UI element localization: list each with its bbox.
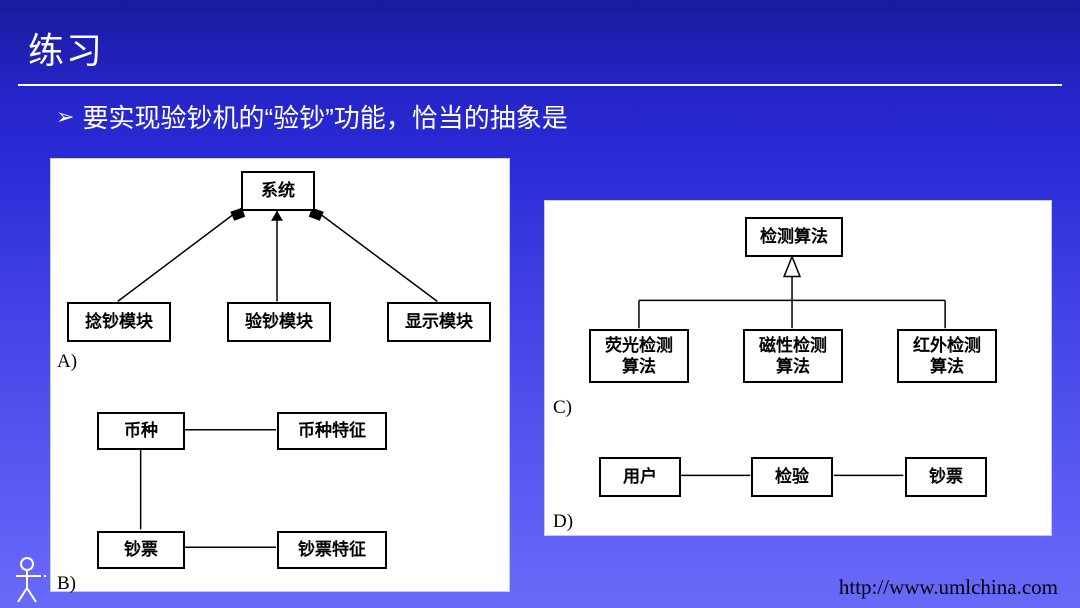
box-detect-algo: 检测算法 [745, 217, 843, 257]
box-currency: 币种 [97, 412, 185, 450]
box-infrared: 红外检测 算法 [897, 329, 997, 383]
box-banknote: 钞票 [97, 531, 185, 569]
label-a: A) [57, 351, 77, 373]
label-d: D) [553, 511, 573, 533]
box-currency-feature: 币种特征 [277, 412, 387, 450]
bullet-line: ➢ 要实现验钞机的“验钞”功能，恰当的抽象是 [0, 86, 1080, 145]
box-module-verify: 验钞模块 [227, 302, 331, 342]
box-user: 用户 [599, 457, 681, 497]
page-title: 练习 [0, 0, 1080, 84]
bullet-arrow-icon: ➢ [56, 104, 74, 130]
box-module-money: 捻钞模块 [67, 302, 171, 342]
box-banknote2: 钞票 [905, 457, 987, 497]
box-verify: 检验 [751, 457, 833, 497]
panel-left: 系统 捻钞模块 验钞模块 显示模块 A) 币种 币种特征 钞票 钞票特征 B) [50, 158, 510, 592]
box-banknote-feature: 钞票特征 [277, 531, 387, 569]
box-module-display: 显示模块 [387, 302, 491, 342]
panel-a-lines [51, 159, 509, 591]
label-c: C) [553, 397, 572, 419]
stick-figure-icon [12, 556, 46, 604]
bullet-text: 要实现验钞机的“验钞”功能，恰当的抽象是 [82, 98, 567, 135]
panel-right: 检测算法 荧光检测 算法 磁性检测 算法 红外检测 算法 C) 用户 检验 钞票… [544, 200, 1052, 536]
footer-url: http://www.umlchina.com [839, 575, 1058, 600]
box-fluorescent: 荧光检测 算法 [589, 329, 689, 383]
box-system: 系统 [241, 171, 315, 211]
label-b: B) [57, 573, 76, 595]
diagram-area: 系统 捻钞模块 验钞模块 显示模块 A) 币种 币种特征 钞票 钞票特征 B) … [50, 158, 1058, 594]
box-magnetic: 磁性检测 算法 [743, 329, 843, 383]
